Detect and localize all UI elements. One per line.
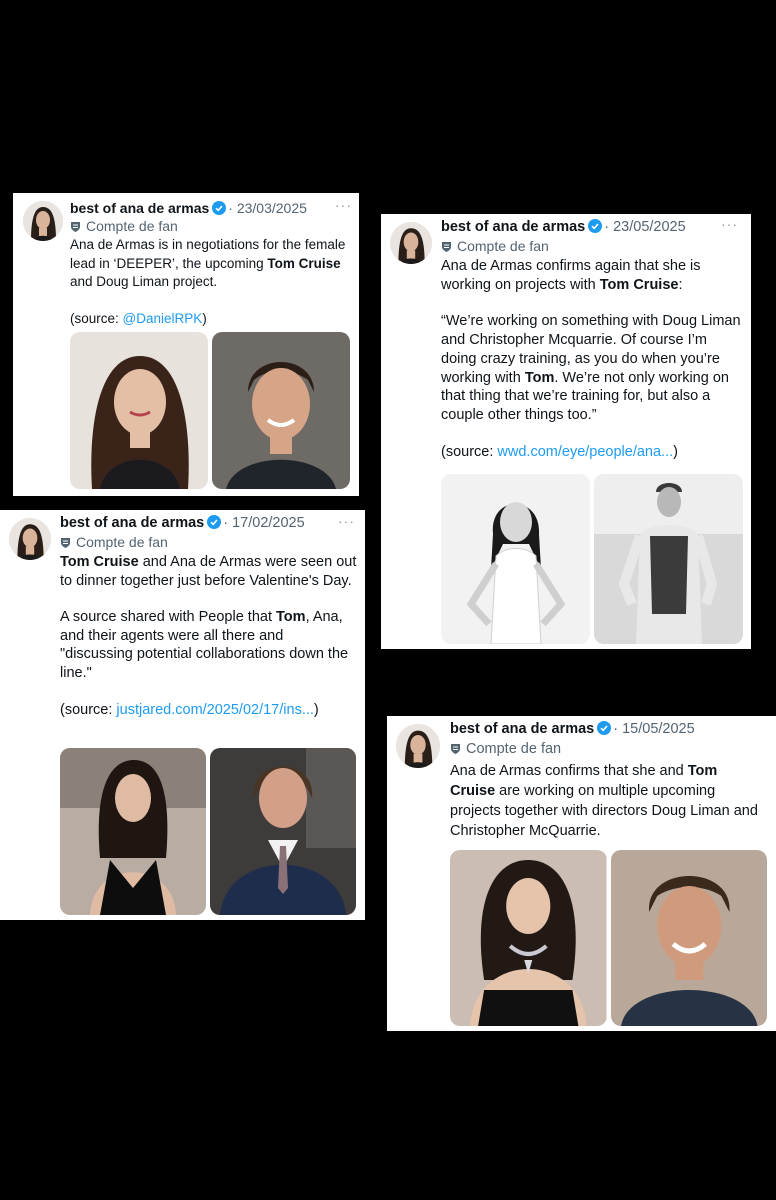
- post-text-bold: Tom: [276, 609, 306, 626]
- avatar[interactable]: [23, 201, 63, 241]
- post-card[interactable]: best of ana de armas · 15/05/2025 Compte …: [387, 716, 776, 1031]
- fan-account-label: Compte de fan: [70, 218, 178, 234]
- post-text-bold: Tom Cruise: [267, 255, 341, 271]
- author-name[interactable]: best of ana de armas: [441, 219, 585, 235]
- post-header: best of ana de armas · 23/05/2025: [441, 218, 686, 238]
- post-text: Tom Cruise and Ana de Armas were seen ou…: [60, 553, 360, 719]
- photo-ana-portrait[interactable]: [70, 332, 208, 489]
- source-prefix: (source:: [441, 443, 498, 460]
- post-text: Ana de Armas is in negotiations for the …: [70, 236, 352, 328]
- fan-account-label: Compte de fan: [450, 741, 561, 757]
- post-text-part: are working on multiple upcoming project…: [450, 783, 758, 839]
- fan-label-text: Compte de fan: [76, 534, 168, 550]
- verified-icon: [588, 219, 603, 238]
- fan-label-text: Compte de fan: [457, 238, 549, 254]
- photo-grid: [60, 748, 356, 915]
- avatar[interactable]: [390, 222, 432, 264]
- photo-ana-necklace[interactable]: [450, 850, 607, 1026]
- post-text: Ana de Armas confirms that she and Tom C…: [450, 761, 766, 841]
- post-text: Ana de Armas confirms again that she is …: [441, 257, 741, 461]
- author-name[interactable]: best of ana de armas: [60, 515, 204, 531]
- source-link[interactable]: @DanielRPK: [123, 311, 203, 326]
- shield-icon: [442, 242, 451, 252]
- photo-ana-black-dress[interactable]: [60, 748, 206, 915]
- source-link[interactable]: wwd.com/eye/people/ana...: [497, 444, 673, 460]
- photo-grid: [441, 474, 743, 644]
- post-card[interactable]: best of ana de armas · 17/02/2025 ··· Com…: [0, 510, 365, 920]
- post-text-part: :: [678, 276, 683, 293]
- verified-icon: [212, 201, 227, 219]
- post-card[interactable]: best of ana de armas · 23/03/2025 ··· Com…: [13, 193, 359, 496]
- post-text-bold: Tom Cruise: [599, 276, 679, 293]
- quote-text-bold: Tom: [524, 369, 555, 386]
- photo-tom-bw[interactable]: [594, 474, 743, 644]
- post-header: best of ana de armas · 23/03/2025: [70, 199, 307, 219]
- photo-grid: [70, 332, 350, 489]
- avatar[interactable]: [9, 518, 51, 560]
- post-text-part: and Doug Liman project.: [70, 274, 218, 289]
- fan-label-text: Compte de fan: [86, 218, 178, 234]
- source-suffix: ): [673, 443, 678, 460]
- post-date[interactable]: · 15/05/2025: [613, 721, 694, 737]
- photo-tom-suit[interactable]: [210, 748, 356, 915]
- author-name[interactable]: best of ana de armas: [450, 721, 594, 737]
- photo-tom-smile[interactable]: [610, 850, 767, 1026]
- post-date[interactable]: · 23/03/2025: [228, 200, 307, 216]
- more-options-icon[interactable]: ···: [335, 197, 352, 213]
- more-options-icon[interactable]: ···: [721, 216, 738, 232]
- post-text-part: A source shared with People that: [60, 609, 277, 626]
- post-text-part: Ana de Armas confirms that she and: [450, 763, 688, 779]
- photo-grid: [450, 850, 767, 1026]
- shield-icon: [451, 744, 460, 754]
- source-link[interactable]: justjared.com/2025/02/17/ins...: [116, 702, 313, 718]
- photo-ana-bw[interactable]: [441, 474, 590, 644]
- avatar[interactable]: [396, 724, 440, 768]
- post-card[interactable]: best of ana de armas · 23/05/2025 ··· Com…: [381, 214, 751, 649]
- post-header: best of ana de armas · 15/05/2025: [450, 720, 695, 740]
- source-prefix: (source:: [70, 310, 123, 326]
- author-name[interactable]: best of ana de armas: [70, 200, 209, 216]
- shield-icon: [61, 538, 70, 548]
- source-suffix: ): [202, 310, 207, 326]
- fan-label-text: Compte de fan: [466, 741, 562, 757]
- post-header: best of ana de armas · 17/02/2025: [60, 514, 305, 534]
- verified-icon: [207, 515, 222, 534]
- post-date[interactable]: · 17/02/2025: [223, 515, 304, 531]
- photo-tom-portrait[interactable]: [212, 332, 350, 489]
- post-date[interactable]: · 23/05/2025: [604, 219, 685, 235]
- fan-account-label: Compte de fan: [60, 534, 168, 550]
- post-text-bold: Tom Cruise: [60, 554, 139, 570]
- source-prefix: (source:: [60, 701, 117, 718]
- shield-icon: [71, 222, 80, 232]
- source-suffix: ): [313, 701, 319, 718]
- verified-icon: [597, 721, 612, 740]
- fan-account-label: Compte de fan: [441, 238, 549, 254]
- more-options-icon[interactable]: ···: [338, 513, 355, 529]
